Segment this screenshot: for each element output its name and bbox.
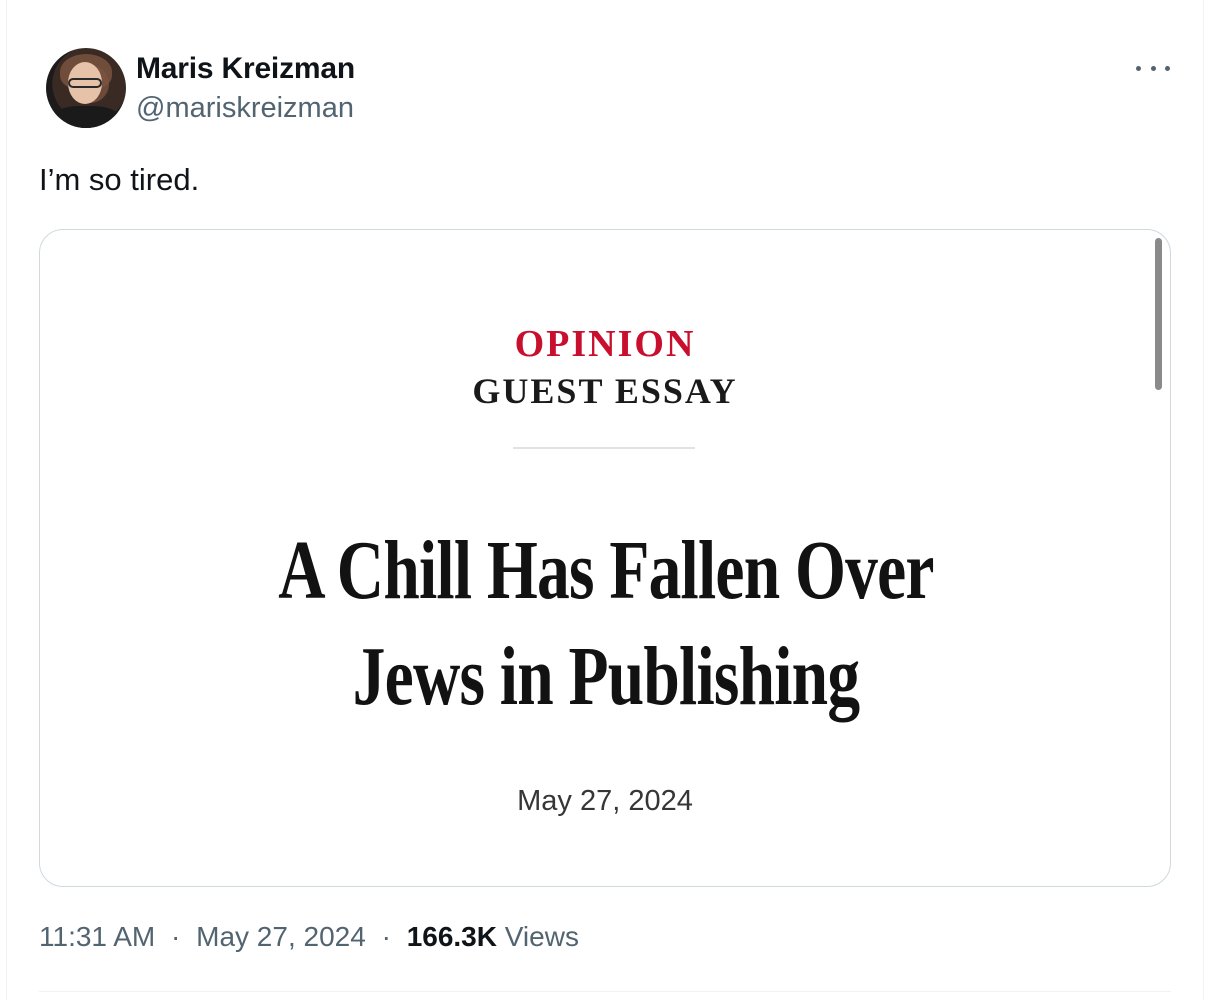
tweet-meta: 11:31 AM · May 27, 2024 · 166.3K Views bbox=[39, 921, 579, 953]
views-label: Views bbox=[504, 921, 579, 952]
tweet-time[interactable]: 11:31 AM bbox=[39, 921, 155, 952]
more-options-icon[interactable] bbox=[1136, 54, 1170, 82]
tweet-text: I’m so tired. bbox=[39, 162, 200, 197]
divider bbox=[39, 991, 1171, 992]
dot bbox=[1165, 65, 1170, 71]
views-count: 166.3K bbox=[406, 921, 497, 952]
card-scrollbar[interactable] bbox=[1155, 238, 1162, 390]
dot bbox=[1136, 65, 1141, 71]
avatar[interactable] bbox=[46, 48, 126, 128]
display-name[interactable]: Maris Kreizman bbox=[136, 52, 355, 86]
article-date: May 27, 2024 bbox=[517, 785, 693, 817]
article-card[interactable]: OPINION GUEST ESSAY A Chill Has Fallen O… bbox=[39, 229, 1171, 887]
user-handle[interactable]: @mariskreizman bbox=[136, 92, 354, 125]
avatar-shirt bbox=[52, 106, 120, 128]
article-section-label: OPINION bbox=[514, 323, 696, 365]
dot bbox=[1150, 65, 1156, 71]
article-kicker: GUEST ESSAY bbox=[472, 371, 738, 411]
divider bbox=[513, 447, 695, 449]
meta-separator: · bbox=[381, 921, 391, 952]
article-headline: A Chill Has Fallen Over Jews in Publishi… bbox=[278, 524, 934, 723]
avatar-glasses bbox=[68, 78, 102, 88]
meta-separator: · bbox=[171, 921, 181, 952]
tweet-date[interactable]: May 27, 2024 bbox=[196, 921, 366, 952]
